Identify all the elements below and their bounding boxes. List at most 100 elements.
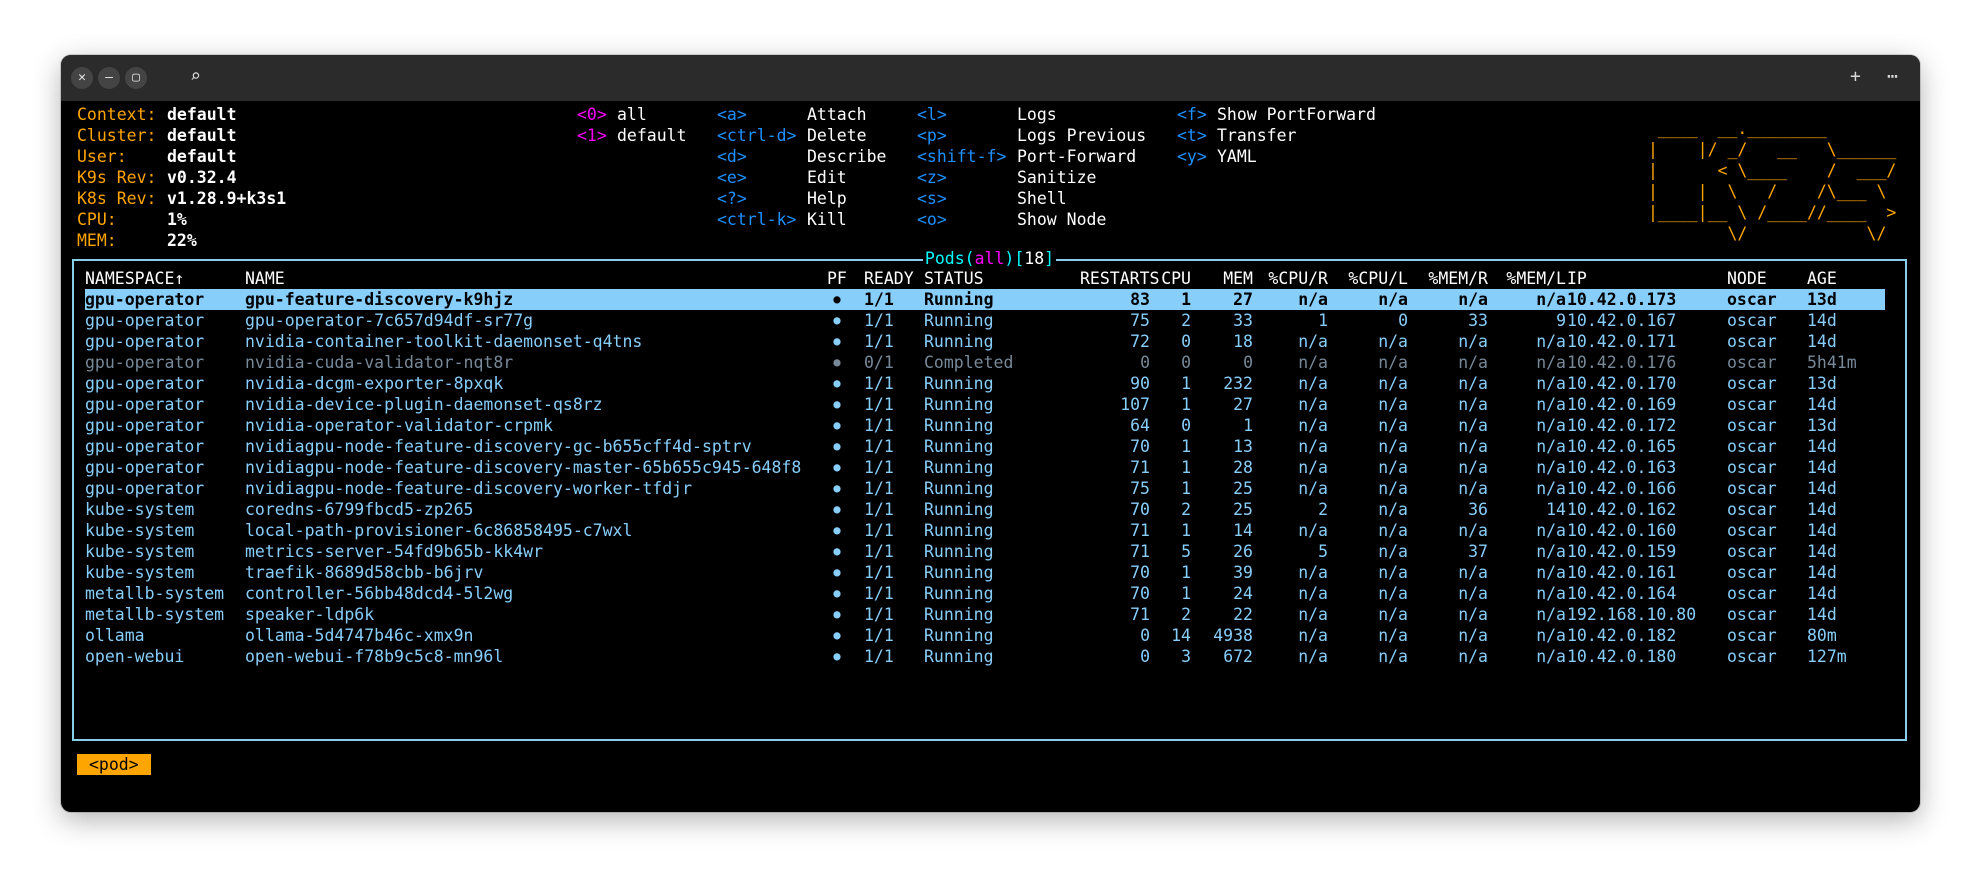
more-icon[interactable]: ⋯	[1887, 66, 1898, 88]
namespace-label[interactable]: all	[617, 104, 647, 125]
hotkey-key[interactable]: <e>	[717, 167, 747, 188]
table-cell: 1	[1181, 290, 1191, 309]
table-cell: 13	[1233, 437, 1253, 456]
table-cell: oscar	[1727, 395, 1777, 414]
hotkey-label[interactable]: Show PortForward	[1217, 104, 1376, 125]
column-header[interactable]: READY	[864, 268, 919, 289]
table-row[interactable]: gpu-operator nvidia-container-toolkit-dae…	[85, 331, 1885, 352]
column-header[interactable]: NAME	[245, 268, 825, 289]
table-cell: 1/1	[864, 605, 894, 624]
table-cell: Running	[924, 584, 994, 603]
hotkey-key[interactable]: <z>	[917, 167, 947, 188]
column-header[interactable]: %CPU/L	[1338, 268, 1408, 289]
hotkey-key[interactable]: <f>	[1177, 104, 1207, 125]
table-cell: Running	[924, 626, 994, 645]
column-header[interactable]: PF	[827, 268, 857, 289]
table-cell: 14d	[1807, 605, 1837, 624]
hotkey-label[interactable]: Show Node	[1017, 209, 1106, 230]
table-row[interactable]: kube-system coredns-6799fbcd5-zp265 ● 1/1 Ru…	[85, 499, 1885, 520]
hotkey-label[interactable]: YAML	[1217, 146, 1257, 167]
hotkey-key[interactable]: <ctrl-d>	[717, 125, 796, 146]
column-header[interactable]: %MEM/L	[1496, 268, 1566, 289]
hotkey-label[interactable]: Attach	[807, 104, 867, 125]
table-cell: Running	[924, 479, 994, 498]
hotkey-key[interactable]: <t>	[1177, 125, 1207, 146]
close-icon[interactable]: ✕	[71, 67, 93, 89]
column-header[interactable]: %CPU/R	[1258, 268, 1328, 289]
table-row[interactable]: kube-system traefik-8689d58cbb-b6jrv ● 1/1 R…	[85, 562, 1885, 583]
table-row[interactable]: metallb-system speaker-ldp6k ● 1/1 Running 71…	[85, 604, 1885, 625]
table-row[interactable]: gpu-operator nvidiagpu-node-feature-disco…	[85, 478, 1885, 499]
column-header[interactable]: CPU	[1151, 268, 1191, 289]
title-resource: Pods	[924, 249, 965, 268]
hotkey-label[interactable]: Edit	[807, 167, 847, 188]
hotkey-label[interactable]: Delete	[807, 125, 867, 146]
table-row[interactable]: gpu-operator nvidiagpu-node-feature-disco…	[85, 436, 1885, 457]
table-row[interactable]: kube-system local-path-provisioner-6c8685…	[85, 520, 1885, 541]
table-cell: n/a	[1458, 626, 1488, 645]
column-header[interactable]: MEM	[1193, 268, 1253, 289]
table-row[interactable]: gpu-operator gpu-feature-discovery-k9hjz ●…	[85, 289, 1885, 310]
maximize-icon[interactable]: ▢	[125, 67, 147, 89]
table-row[interactable]: gpu-operator nvidia-operator-validator-cr…	[85, 415, 1885, 436]
hotkey-label[interactable]: Logs Previous	[1017, 125, 1146, 146]
table-row[interactable]: gpu-operator gpu-operator-7c657d94df-sr77…	[85, 310, 1885, 331]
minimize-icon[interactable]: –	[98, 67, 120, 89]
column-header[interactable]: NAMESPACE↑	[85, 268, 240, 289]
table-cell: ollama-5d4747b46c-xmx9n	[245, 626, 474, 645]
column-header[interactable]: RESTARTS	[1080, 268, 1159, 289]
table-cell: gpu-operator-7c657d94df-sr77g	[245, 311, 534, 330]
table-cell: kube-system	[85, 500, 195, 519]
table-row[interactable]: kube-system metrics-server-54fd9b65b-kk4w…	[85, 541, 1885, 562]
table-cell: ●	[833, 334, 841, 348]
column-header[interactable]: STATUS	[924, 268, 1074, 289]
table-cell: 10.42.0.165	[1567, 437, 1677, 456]
table-cell: oscar	[1727, 458, 1777, 477]
hotkey-label[interactable]: Logs	[1017, 104, 1057, 125]
table-row[interactable]: gpu-operator nvidia-dcgm-exporter-8pxqk ● 1…	[85, 373, 1885, 394]
hotkey-key[interactable]: <d>	[717, 146, 747, 167]
hotkey-label[interactable]: Transfer	[1217, 125, 1296, 146]
hotkey-key[interactable]: <a>	[717, 104, 747, 125]
hotkey-label[interactable]: Sanitize	[1017, 167, 1096, 188]
hotkey-label[interactable]: Shell	[1017, 188, 1067, 209]
info-label: K8s Rev:	[77, 189, 157, 208]
hotkey-label[interactable]: Port-Forward	[1017, 146, 1136, 167]
table-cell: n/a	[1536, 416, 1566, 435]
namespace-label[interactable]: default	[617, 125, 687, 146]
table-cell: 1	[1181, 458, 1191, 477]
table-cell: 5h41m	[1807, 353, 1857, 372]
table-row[interactable]: gpu-operator nvidia-cuda-validator-nqt8r ●…	[85, 352, 1885, 373]
table-cell: n/a	[1378, 647, 1408, 666]
plus-icon[interactable]: +	[1850, 66, 1861, 88]
hotkey-label[interactable]: Kill	[807, 209, 847, 230]
namespace-key[interactable]: <0>	[577, 104, 607, 125]
column-header[interactable]: NODE	[1727, 268, 1802, 289]
hotkey-key[interactable]: <shift-f>	[917, 146, 1006, 167]
hotkey-label[interactable]: Describe	[807, 146, 886, 167]
table-row[interactable]: metallb-system controller-56bb48dcd4-5l2w…	[85, 583, 1885, 604]
hotkey-key[interactable]: <?>	[717, 188, 747, 209]
table-cell: 10.42.0.161	[1567, 563, 1677, 582]
column-header[interactable]: %MEM/R	[1418, 268, 1488, 289]
hotkey-key[interactable]: <o>	[917, 209, 947, 230]
table-cell: n/a	[1458, 605, 1488, 624]
namespace-key[interactable]: <1>	[577, 125, 607, 146]
table-row[interactable]: ollama ollama-5d4747b46c-xmx9n ● 1/1 Running…	[85, 625, 1885, 646]
k9s-terminal[interactable]: Context: default Cluster: default User: defau…	[61, 101, 1920, 812]
hotkey-key[interactable]: <y>	[1177, 146, 1207, 167]
hotkey-label[interactable]: Help	[807, 188, 847, 209]
table-row[interactable]: gpu-operator nvidiagpu-node-feature-disco…	[85, 457, 1885, 478]
search-icon[interactable]: ⌕	[190, 66, 201, 88]
table-row[interactable]: open-webui open-webui-f78b9c5c8-mn96l ● 1/1…	[85, 646, 1885, 667]
column-header[interactable]: IP	[1567, 268, 1722, 289]
hotkey-key[interactable]: <s>	[917, 188, 947, 209]
hotkey-key[interactable]: <p>	[917, 125, 947, 146]
info-label: Cluster:	[77, 126, 157, 145]
table-row[interactable]: gpu-operator nvidia-device-plugin-daemons…	[85, 394, 1885, 415]
hotkey-key[interactable]: <l>	[917, 104, 947, 125]
column-header[interactable]: AGE	[1807, 268, 1887, 289]
hotkey-key[interactable]: <ctrl-k>	[717, 209, 796, 230]
breadcrumb[interactable]: <pod>	[77, 754, 151, 775]
table-cell: ●	[833, 313, 841, 327]
